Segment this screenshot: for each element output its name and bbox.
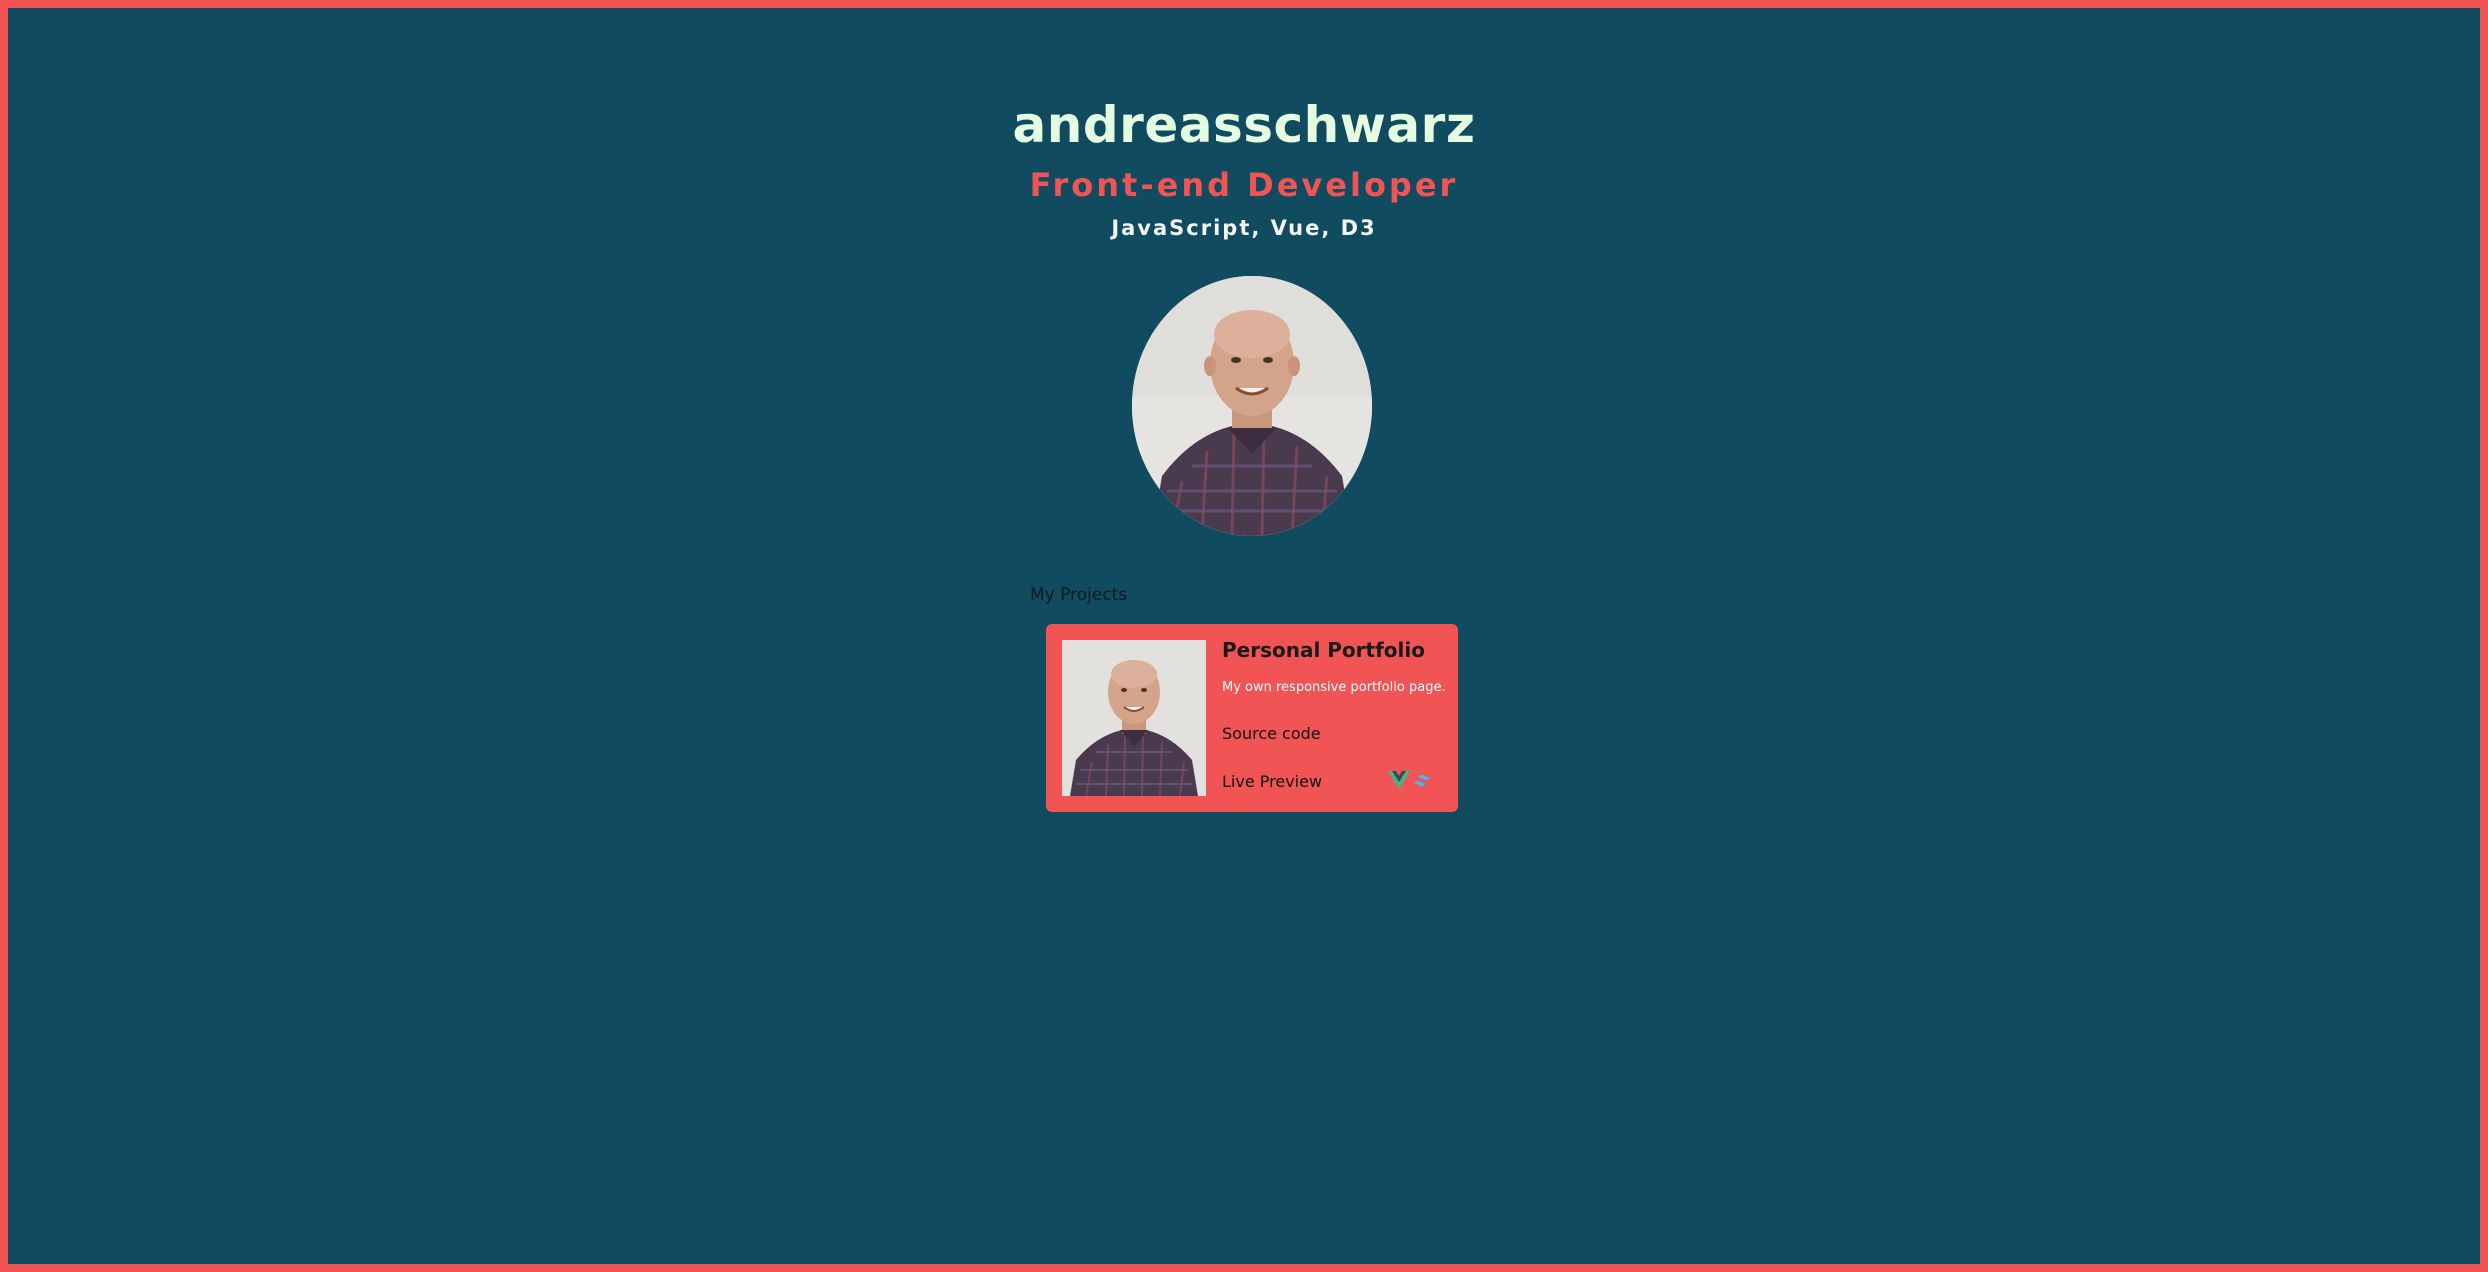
developer-role: Front-end Developer [1029, 166, 1459, 204]
tailwind-icon [1414, 774, 1430, 787]
source-code-link[interactable]: Source code [1222, 724, 1321, 743]
project-card: Personal Portfolio My own responsive por… [1046, 624, 1458, 812]
vue-icon [1388, 771, 1410, 789]
developer-skills: JavaScript, Vue, D3 [1111, 216, 1377, 240]
profile-avatar [1132, 276, 1372, 536]
project-title: Personal Portfolio [1222, 638, 1425, 662]
tech-icons [1388, 770, 1436, 790]
project-thumbnail [1062, 640, 1206, 796]
profile-photo-icon [1062, 640, 1206, 796]
project-description: My own responsive portfolio page. [1222, 680, 1446, 695]
projects-section-title: My Projects [1030, 585, 1128, 605]
profile-photo-icon [1132, 276, 1372, 536]
page-frame: andreasschwarz Front-end Developer JavaS… [0, 0, 2488, 1272]
live-preview-link[interactable]: Live Preview [1222, 772, 1322, 791]
developer-name: andreasschwarz [1012, 96, 1476, 154]
